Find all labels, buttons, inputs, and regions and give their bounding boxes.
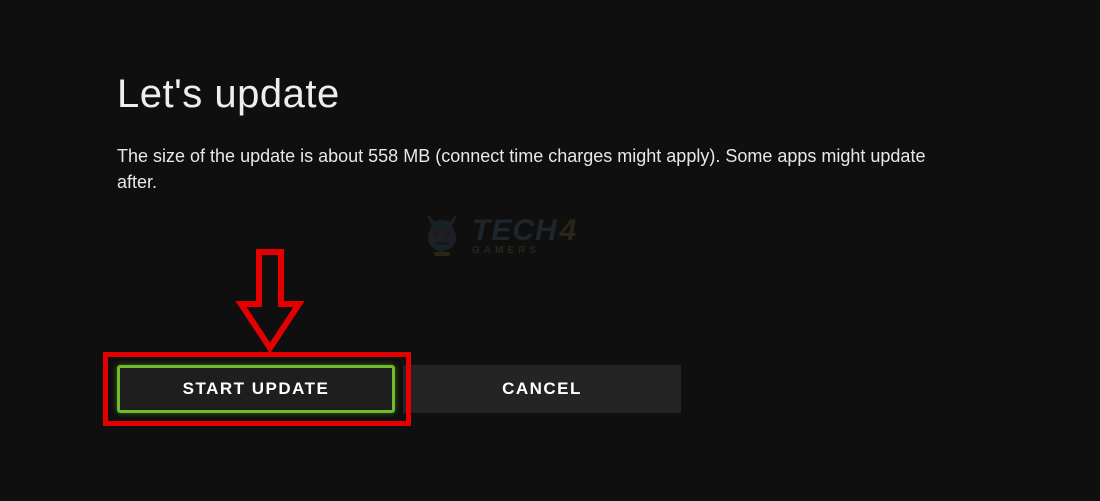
cancel-button[interactable]: CANCEL	[403, 365, 681, 413]
update-dialog: Let's update The size of the update is a…	[0, 0, 1100, 195]
watermark-logo: TECH 4 GAMERS	[420, 212, 576, 260]
mascot-icon	[420, 212, 464, 260]
start-update-button[interactable]: START UPDATE	[117, 365, 395, 413]
update-description: The size of the update is about 558 MB (…	[117, 143, 957, 195]
watermark-text: TECH 4 GAMERS	[472, 217, 576, 255]
watermark-brand-main: TECH	[472, 217, 558, 244]
watermark-brand-sub: GAMERS	[472, 246, 576, 255]
watermark-brand-accent: 4	[560, 217, 577, 244]
annotation-arrow-icon	[235, 248, 305, 356]
page-title: Let's update	[117, 72, 1100, 117]
dialog-button-row: START UPDATE CANCEL	[117, 365, 681, 413]
